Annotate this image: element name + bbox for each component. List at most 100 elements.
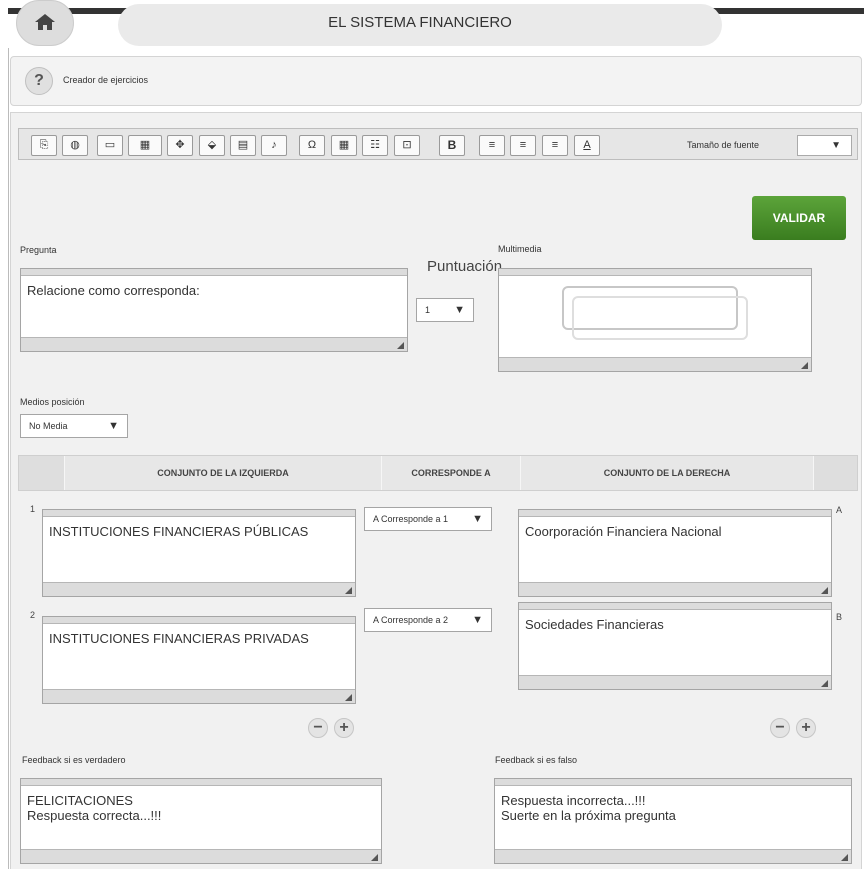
- page-title: EL SISTEMA FINANCIERO: [328, 14, 512, 31]
- divider: [813, 456, 814, 490]
- feedback-false-label: Feedback si es falso: [495, 755, 578, 765]
- align-center-icon[interactable]: ≡: [510, 135, 536, 156]
- upload-icon[interactable]: ⬙: [199, 135, 225, 156]
- font-size-select[interactable]: ▼: [797, 135, 852, 156]
- add-right-row-button[interactable]: +: [796, 718, 816, 738]
- font-size-label: Tamaño de fuente: [687, 140, 760, 150]
- chevron-down-icon: ▼: [454, 304, 465, 316]
- score-label: Puntuación: [427, 258, 503, 275]
- resize-grip-icon[interactable]: [841, 854, 848, 861]
- chevron-down-icon: ▼: [108, 420, 119, 432]
- editor-footer: [519, 675, 831, 689]
- chevron-down-icon: ▼: [831, 140, 841, 151]
- link-icon[interactable]: ✥: [167, 135, 193, 156]
- resize-grip-icon[interactable]: [397, 342, 404, 349]
- left-item-text: INSTITUCIONES FINANCIERAS PÚBLICAS: [49, 524, 309, 539]
- header-right-set: CONJUNTO DE LA DERECHA: [521, 456, 813, 490]
- remove-right-row-button[interactable]: −: [770, 718, 790, 738]
- media-position-value: No Media: [29, 421, 68, 431]
- multimedia-label: Multimedia: [498, 244, 542, 254]
- match-select[interactable]: A Corresponde a 1 ▼: [364, 507, 492, 531]
- media-position-select[interactable]: No Media ▼: [20, 414, 128, 438]
- score-select[interactable]: 1 ▼: [416, 298, 474, 322]
- resize-grip-icon[interactable]: [801, 362, 808, 369]
- add-left-row-button[interactable]: +: [334, 718, 354, 738]
- align-left-icon[interactable]: ≡: [479, 135, 505, 156]
- score-value: 1: [425, 305, 431, 315]
- match-table-header: CONJUNTO DE LA IZQUIERDA CORRESPONDE A C…: [18, 455, 858, 491]
- editor-header: [43, 510, 355, 517]
- music-note-icon[interactable]: ♪: [261, 135, 287, 156]
- left-item-editor[interactable]: INSTITUCIONES FINANCIERAS PRIVADAS: [42, 616, 356, 704]
- list-icon[interactable]: ☷: [362, 135, 388, 156]
- validate-button[interactable]: VALIDAR: [752, 196, 846, 240]
- match-select[interactable]: A Corresponde a 2 ▼: [364, 608, 492, 632]
- match-value: A Corresponde a 1: [373, 514, 449, 524]
- feedback-false-text: Respuesta incorrecta...!!! Suerte en la …: [501, 793, 676, 823]
- editor-header: [43, 617, 355, 624]
- editor-footer: [43, 689, 355, 703]
- editor-footer: [21, 337, 407, 351]
- right-item-text: Sociedades Financieras: [525, 617, 664, 632]
- editor-footer: [21, 849, 381, 863]
- right-item-editor[interactable]: Coorporación Financiera Nacional: [518, 509, 832, 597]
- row-letter: A: [836, 505, 843, 515]
- feedback-true-editor[interactable]: FELICITACIONES Respuesta correcta...!!!: [20, 778, 382, 864]
- feedback-true-text: FELICITACIONES Respuesta correcta...!!!: [27, 793, 162, 823]
- help-label: Creador de ejercicios: [63, 75, 149, 85]
- image-icon[interactable]: ▭: [97, 135, 123, 156]
- editor-header: [21, 779, 381, 786]
- top-bar: EL SISTEMA FINANCIERO: [0, 0, 864, 48]
- resize-grip-icon[interactable]: [345, 694, 352, 701]
- right-item-text: Coorporación Financiera Nacional: [525, 524, 722, 539]
- help-bar: ? Creador de ejercicios: [10, 56, 862, 106]
- resize-grip-icon[interactable]: [345, 587, 352, 594]
- question-text: Relacione como corresponda:: [27, 283, 200, 298]
- editor-header: [519, 510, 831, 517]
- left-item-text: INSTITUCIONES FINANCIERAS PRIVADAS: [49, 631, 309, 646]
- gallery-icon[interactable]: ▦: [128, 135, 162, 156]
- header-match: CORRESPONDE A: [382, 456, 520, 490]
- font-color-icon[interactable]: A: [574, 135, 600, 156]
- omega-icon[interactable]: Ω: [299, 135, 325, 156]
- editor-header: [499, 269, 811, 276]
- feedback-false-editor[interactable]: Respuesta incorrecta...!!! Suerte en la …: [494, 778, 852, 864]
- header-left-set: CONJUNTO DE LA IZQUIERDA: [65, 456, 381, 490]
- editor-header: [21, 269, 407, 276]
- match-value: A Corresponde a 2: [373, 615, 449, 625]
- editor-header: [495, 779, 851, 786]
- left-border: [8, 0, 9, 869]
- globe-icon[interactable]: ◍: [62, 135, 88, 156]
- media-position-label: Medios posición: [20, 397, 85, 407]
- editor-header: [519, 603, 831, 610]
- home-icon: [35, 14, 55, 30]
- remove-left-row-button[interactable]: −: [308, 718, 328, 738]
- code-icon[interactable]: ⊡: [394, 135, 420, 156]
- table-icon[interactable]: ▦: [331, 135, 357, 156]
- chevron-down-icon: ▼: [472, 513, 483, 525]
- editor-footer: [499, 357, 811, 371]
- chevron-down-icon: ▼: [472, 614, 483, 626]
- row-letter: B: [836, 612, 843, 622]
- editor-footer: [43, 582, 355, 596]
- editor-footer: [495, 849, 851, 863]
- editor-footer: [519, 582, 831, 596]
- video-icon[interactable]: ▤: [230, 135, 256, 156]
- help-icon[interactable]: ?: [25, 67, 53, 95]
- resize-grip-icon[interactable]: [821, 587, 828, 594]
- divider: [64, 456, 65, 490]
- question-label: Pregunta: [20, 245, 57, 255]
- clipboard-icon[interactable]: ⎘: [31, 135, 57, 156]
- resize-grip-icon[interactable]: [371, 854, 378, 861]
- home-button[interactable]: [16, 0, 74, 46]
- align-right-icon[interactable]: ≡: [542, 135, 568, 156]
- left-item-editor[interactable]: INSTITUCIONES FINANCIERAS PÚBLICAS: [42, 509, 356, 597]
- resize-grip-icon[interactable]: [821, 680, 828, 687]
- feedback-true-label: Feedback si es verdadero: [22, 755, 126, 765]
- row-number: 1: [30, 504, 36, 514]
- editor-toolbar: ⎘ ◍ ▭ ▦ ✥ ⬙ ▤ ♪ Ω ▦ ☷ ⊡ B ≡ ≡ ≡ A Tamaño…: [18, 128, 858, 160]
- bold-icon[interactable]: B: [439, 135, 465, 156]
- media-placeholder-frame: [572, 296, 748, 340]
- question-editor[interactable]: Relacione como corresponda:: [20, 268, 408, 352]
- right-item-editor[interactable]: Sociedades Financieras: [518, 602, 832, 690]
